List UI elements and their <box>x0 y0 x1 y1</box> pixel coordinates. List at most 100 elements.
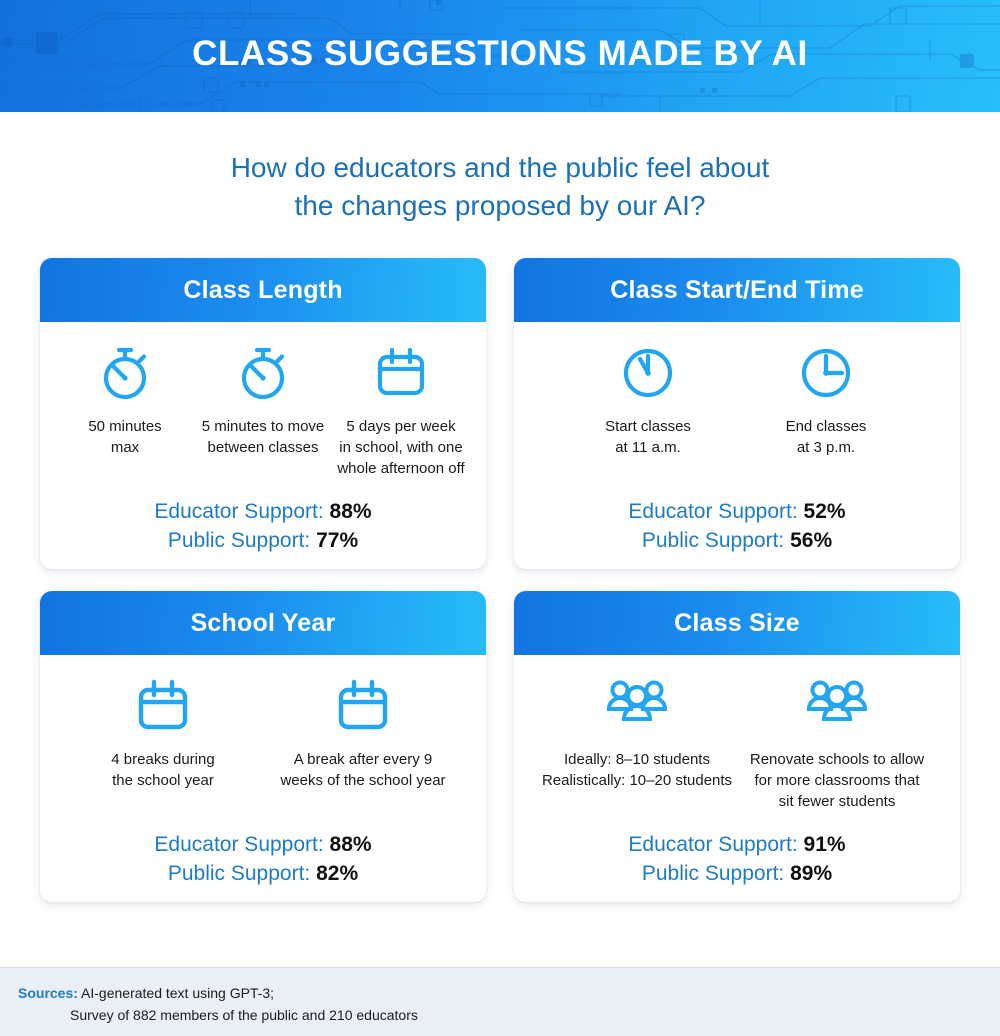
caption-line: 5 days per week <box>346 418 456 435</box>
public-support-row: Public Support: 82% <box>56 859 470 888</box>
educator-support-value: 52% <box>803 500 846 523</box>
card-items: Start classes at 11 a.m. End classes at … <box>530 342 944 458</box>
page-header: CLASS SUGGESTIONS MADE BY AI <box>0 0 1000 112</box>
public-support-value: 89% <box>790 862 833 885</box>
card-header: Class Size <box>514 591 960 655</box>
card-grid: Class Length 50 minutes max 5 minutes to… <box>40 258 960 902</box>
clock-3-icon <box>798 342 854 404</box>
caption-line: A break after every 9 <box>293 751 433 768</box>
educator-support-value: 91% <box>803 833 846 856</box>
public-support-label: Public Support: <box>167 862 311 885</box>
caption-line: 5 minutes to move <box>201 418 325 435</box>
list-item: Ideally: 8–10 students Realistically: 10… <box>537 675 737 791</box>
item-caption: 5 days per week in school, with one whol… <box>337 416 464 479</box>
public-support-row: Public Support: 56% <box>530 526 944 555</box>
caption-line: at 3 p.m. <box>796 439 856 456</box>
educator-support-row: Educator Support: 88% <box>56 497 470 526</box>
caption-line: weeks of the school year <box>280 772 446 789</box>
support-stats: Educator Support: 52% Public Support: 56… <box>530 479 944 555</box>
public-support-value: 56% <box>790 529 833 552</box>
list-item: End classes at 3 p.m. <box>737 342 915 458</box>
caption-line: 4 breaks during <box>111 751 215 768</box>
list-item: Renovate schools to allow for more class… <box>737 675 937 812</box>
page-title: CLASS SUGGESTIONS MADE BY AI <box>192 34 808 73</box>
item-caption: A break after every 9 weeks of the schoo… <box>280 749 445 791</box>
educator-support-value: 88% <box>329 833 372 856</box>
calendar-icon <box>372 342 430 404</box>
educator-support-label: Educator Support: <box>628 500 798 523</box>
caption-line: Ideally: 8–10 students <box>564 751 710 768</box>
item-caption: 50 minutes max <box>88 416 161 458</box>
support-stats: Educator Support: 88% Public Support: 77… <box>56 479 470 555</box>
educator-support-row: Educator Support: 52% <box>530 497 944 526</box>
card-header: School Year <box>40 591 486 655</box>
public-support-label: Public Support: <box>641 529 785 552</box>
educator-support-label: Educator Support: <box>154 500 324 523</box>
calendar-icon <box>132 675 194 737</box>
calendar-icon <box>332 675 394 737</box>
item-caption: Renovate schools to allow for more class… <box>750 749 924 812</box>
card-title: School Year <box>190 608 336 637</box>
card-class-size: Class Size Ideally: 8–10 students Realis… <box>514 591 960 902</box>
clock-11-icon <box>620 342 676 404</box>
sources-line-1: AI-generated text using GPT-3; <box>81 985 275 1001</box>
sources-text: Sources: AI-generated text using GPT-3; … <box>0 968 1000 1026</box>
subtitle-line-1: How do educators and the public feel abo… <box>230 152 770 183</box>
caption-line: Realistically: 10–20 students <box>541 772 733 789</box>
support-stats: Educator Support: 91% Public Support: 89… <box>530 812 944 888</box>
card-class-start-end-time: Class Start/End Time Start classes at 11… <box>514 258 960 569</box>
educator-support-row: Educator Support: 91% <box>530 830 944 859</box>
item-caption: Ideally: 8–10 students Realistically: 10… <box>542 749 732 791</box>
card-title: Class Size <box>674 608 800 637</box>
card-title: Class Start/End Time <box>610 275 864 304</box>
public-support-value: 82% <box>316 862 359 885</box>
subtitle-line-2: the changes proposed by our AI? <box>294 190 706 221</box>
public-support-row: Public Support: 77% <box>56 526 470 555</box>
item-caption: 4 breaks during the school year <box>111 749 214 791</box>
list-item: Start classes at 11 a.m. <box>559 342 737 458</box>
list-item: 5 days per week in school, with one whol… <box>332 342 470 479</box>
list-item: 50 minutes max <box>56 342 194 458</box>
card-body: Ideally: 8–10 students Realistically: 10… <box>514 655 960 902</box>
list-item: 4 breaks during the school year <box>63 675 263 791</box>
card-items: Ideally: 8–10 students Realistically: 10… <box>530 675 944 812</box>
subtitle: How do educators and the public feel abo… <box>0 149 1000 225</box>
card-title: Class Length <box>183 275 343 304</box>
sources-footer: Sources: AI-generated text using GPT-3; … <box>0 967 1000 1036</box>
card-class-length: Class Length 50 minutes max 5 minutes to… <box>40 258 486 569</box>
caption-line: End classes <box>785 418 867 435</box>
item-caption: End classes at 3 p.m. <box>786 416 867 458</box>
public-support-value: 77% <box>316 529 359 552</box>
educator-support-row: Educator Support: 88% <box>56 830 470 859</box>
item-caption: Start classes at 11 a.m. <box>605 416 691 458</box>
caption-line: Start classes <box>605 418 691 435</box>
caption-line: in school, with one <box>339 439 463 456</box>
card-body: 50 minutes max 5 minutes to move between… <box>40 322 486 569</box>
caption-line: whole afternoon off <box>337 460 465 477</box>
card-header: Class Start/End Time <box>514 258 960 322</box>
caption-line: between classes <box>207 439 319 456</box>
support-stats: Educator Support: 88% Public Support: 82… <box>56 812 470 888</box>
card-body: 4 breaks during the school year A break … <box>40 655 486 902</box>
caption-line: Renovate schools to allow <box>749 751 925 768</box>
card-items: 50 minutes max 5 minutes to move between… <box>56 342 470 479</box>
caption-line: at 11 a.m. <box>615 439 681 456</box>
sources-line-2: Survey of 882 members of the public and … <box>70 1007 418 1023</box>
educator-support-label: Educator Support: <box>628 833 798 856</box>
caption-line: for more classrooms that <box>754 772 920 789</box>
caption-line: the school year <box>112 772 214 789</box>
sources-label: Sources: <box>18 985 78 1001</box>
card-header: Class Length <box>40 258 486 322</box>
public-support-label: Public Support: <box>167 529 311 552</box>
card-body: Start classes at 11 a.m. End classes at … <box>514 322 960 569</box>
educator-support-label: Educator Support: <box>154 833 324 856</box>
people-group-icon <box>804 675 870 737</box>
list-item: A break after every 9 weeks of the schoo… <box>263 675 463 791</box>
educator-support-value: 88% <box>329 500 372 523</box>
list-item: 5 minutes to move between classes <box>194 342 332 458</box>
item-caption: 5 minutes to move between classes <box>202 416 325 458</box>
card-school-year: School Year 4 breaks during the school y… <box>40 591 486 902</box>
stopwatch-icon <box>98 342 152 404</box>
public-support-label: Public Support: <box>641 862 785 885</box>
caption-line: max <box>110 439 140 456</box>
